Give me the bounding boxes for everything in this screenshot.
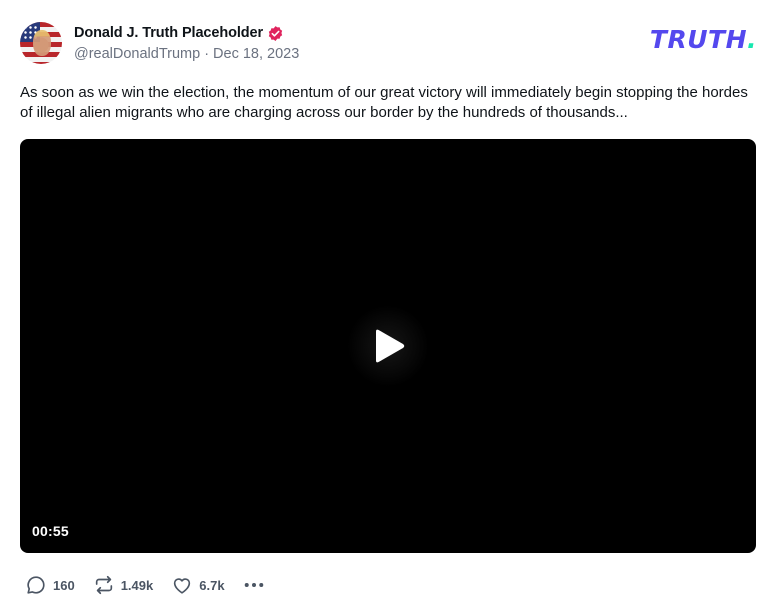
post-card: Donald J. Truth Placeholder @realDonaldT…	[0, 0, 777, 615]
retruth-button[interactable]: 1.49k	[93, 574, 154, 596]
logo-text: TRUTH	[649, 25, 747, 54]
author-handle[interactable]: @realDonaldTrump	[74, 46, 200, 62]
display-name[interactable]: Donald J. Truth Placeholder	[74, 25, 263, 41]
post-actions: 160 1.49k 6.7k	[25, 573, 265, 597]
logo-dot: .	[747, 25, 757, 54]
reply-count: 160	[53, 577, 75, 593]
truth-social-logo: TRUTH.	[650, 25, 757, 54]
heart-icon	[174, 578, 191, 594]
post-meta: @realDonaldTrump · Dec 18, 2023	[74, 46, 299, 62]
reply-button[interactable]: 160	[25, 574, 75, 596]
more-dots-icon	[244, 583, 263, 587]
video-duration: 00:55	[32, 523, 69, 539]
reply-icon	[27, 576, 45, 594]
like-count: 6.7k	[199, 577, 225, 593]
more-options-button[interactable]	[243, 574, 265, 596]
post-text: As soon as we win the election, the mome…	[20, 84, 748, 121]
verified-badge-icon	[268, 25, 283, 41]
author-info: Donald J. Truth Placeholder @realDonaldT…	[74, 23, 299, 62]
retruth-icon	[95, 575, 112, 595]
play-icon[interactable]	[372, 328, 406, 364]
post-date[interactable]: Dec 18, 2023	[213, 46, 299, 62]
display-name-row: Donald J. Truth Placeholder	[74, 23, 299, 43]
avatar-face	[33, 30, 51, 56]
video-player[interactable]: 00:55	[20, 139, 756, 553]
like-button[interactable]: 6.7k	[171, 574, 225, 596]
meta-separator: ·	[204, 46, 210, 62]
post-header: Donald J. Truth Placeholder @realDonaldT…	[20, 22, 757, 66]
avatar[interactable]	[20, 22, 62, 64]
retruth-count: 1.49k	[120, 577, 154, 593]
